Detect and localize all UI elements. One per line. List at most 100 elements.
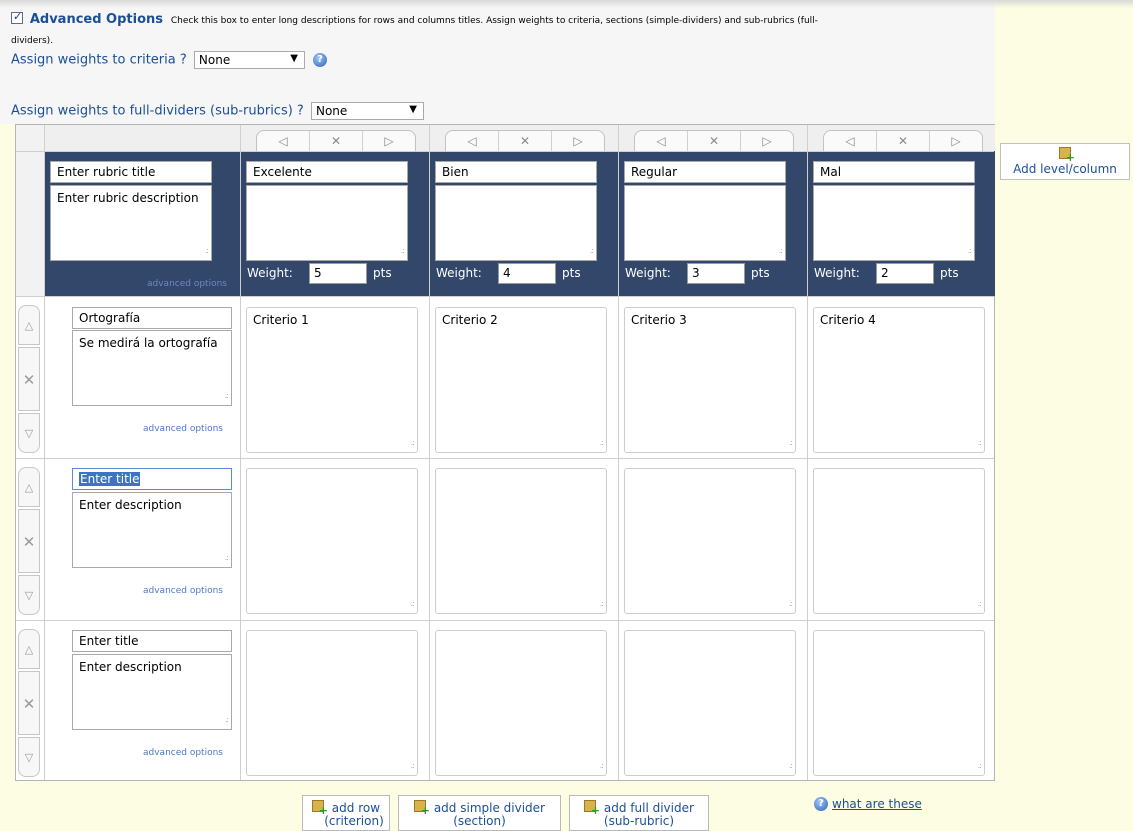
remove-row-icon[interactable]: ✕: [18, 347, 40, 411]
resize-grip-icon[interactable]: .:: [789, 597, 793, 611]
resize-grip-icon[interactable]: .:: [411, 436, 415, 450]
remove-column-icon[interactable]: ✕: [310, 131, 363, 151]
criteria-weights-label: Assign weights to criteria ?: [11, 52, 187, 68]
criterion-cell[interactable]: Criterio 4.:: [813, 307, 985, 453]
add-row-button[interactable]: add row (criterion): [302, 795, 390, 831]
divider-weights-select[interactable]: None ▼: [310, 102, 424, 120]
column-weight-input[interactable]: 5: [309, 263, 367, 284]
column-description-input[interactable]: .:: [246, 185, 408, 261]
row-description-input[interactable]: Enter description .:: [72, 492, 232, 568]
column-weight-input[interactable]: 2: [876, 263, 934, 284]
criteria-weights-select[interactable]: None ▼: [193, 51, 305, 69]
move-row-up-icon[interactable]: △: [18, 467, 40, 507]
row-title-input[interactable]: Ortografía: [72, 307, 232, 329]
move-row-up-icon[interactable]: △: [18, 629, 40, 669]
move-left-icon[interactable]: ◁: [824, 131, 877, 151]
column-description-input[interactable]: .:: [435, 185, 597, 261]
resize-grip-icon[interactable]: .:: [600, 759, 604, 773]
move-left-icon[interactable]: ◁: [635, 131, 688, 151]
row-description-input[interactable]: Enter description .:: [72, 654, 232, 730]
add-simple-divider-sublabel: (section): [453, 814, 506, 828]
row-description-input[interactable]: Se medirá la ortografía .:: [72, 330, 232, 406]
column-description-input[interactable]: .:: [813, 185, 975, 261]
row-advanced-options-link[interactable]: advanced options: [143, 586, 223, 596]
criterion-cell[interactable]: Criterio 2.:: [435, 307, 607, 453]
advanced-options-checkbox[interactable]: [11, 11, 23, 24]
add-simple-divider-button[interactable]: add simple divider (section): [398, 795, 561, 831]
divider-weights-label: Assign weights to full-dividers (sub-rub…: [11, 103, 304, 119]
column-nav-3: ◁ ✕ ▷: [634, 130, 794, 151]
column-nav-1: ◁ ✕ ▷: [256, 130, 416, 151]
rubric-advanced-options-link[interactable]: advanced options: [147, 279, 227, 289]
criterion-cell[interactable]: Criterio 3.:: [624, 307, 796, 453]
column-description-input[interactable]: .:: [624, 185, 786, 261]
add-row-sublabel: (criterion): [324, 814, 384, 828]
resize-grip-icon[interactable]: .:: [590, 244, 594, 258]
rubric-title-input[interactable]: Enter rubric title: [50, 161, 212, 183]
resize-grip-icon[interactable]: .:: [779, 244, 783, 258]
criterion-cell[interactable]: Criterio 1.:: [246, 307, 418, 453]
resize-grip-icon[interactable]: .:: [978, 436, 982, 450]
column-title-input[interactable]: Excelente: [246, 161, 408, 183]
column-title-input[interactable]: Bien: [435, 161, 597, 183]
column-title-input[interactable]: Mal: [813, 161, 975, 183]
advanced-options-description: Check this box to enter long description…: [170, 16, 818, 26]
remove-column-icon[interactable]: ✕: [499, 131, 552, 151]
criterion-cell[interactable]: .:: [435, 468, 607, 614]
row-title-input[interactable]: Enter title: [72, 630, 232, 652]
resize-grip-icon[interactable]: .:: [600, 436, 604, 450]
row-advanced-options-link[interactable]: advanced options: [143, 748, 223, 758]
weight-label: Weight:: [436, 266, 482, 280]
remove-row-icon[interactable]: ✕: [18, 671, 40, 735]
remove-column-icon[interactable]: ✕: [877, 131, 930, 151]
row-title-input[interactable]: Enter title: [72, 468, 232, 490]
help-icon[interactable]: ?: [814, 797, 828, 811]
move-left-icon[interactable]: ◁: [446, 131, 499, 151]
add-row-label: add row: [331, 801, 381, 815]
move-right-icon[interactable]: ▷: [741, 131, 793, 151]
resize-grip-icon[interactable]: .:: [225, 713, 229, 727]
chevron-down-icon: ▼: [409, 104, 417, 115]
move-right-icon[interactable]: ▷: [552, 131, 604, 151]
resize-grip-icon[interactable]: .:: [978, 759, 982, 773]
remove-row-icon[interactable]: ✕: [18, 509, 40, 573]
resize-grip-icon[interactable]: .:: [600, 597, 604, 611]
criterion-cell[interactable]: .:: [624, 630, 796, 776]
cell-text: Criterio 2: [442, 313, 498, 327]
weight-unit: pts: [751, 266, 770, 280]
resize-grip-icon[interactable]: .:: [401, 244, 405, 258]
resize-grip-icon[interactable]: .:: [205, 244, 209, 258]
column-weight-input[interactable]: 4: [498, 263, 556, 284]
resize-grip-icon[interactable]: .:: [789, 759, 793, 773]
resize-grip-icon[interactable]: .:: [968, 244, 972, 258]
criterion-cell[interactable]: .:: [246, 630, 418, 776]
move-row-down-icon[interactable]: ▽: [18, 737, 40, 777]
criterion-cell[interactable]: .:: [246, 468, 418, 614]
column-weight-input[interactable]: 3: [687, 263, 745, 284]
criterion-cell[interactable]: .:: [435, 630, 607, 776]
resize-grip-icon[interactable]: .:: [411, 759, 415, 773]
add-level-column-button[interactable]: Add level/column: [1000, 143, 1130, 180]
move-right-icon[interactable]: ▷: [930, 131, 982, 151]
rubric-description-input[interactable]: Enter rubric description .:: [50, 185, 212, 261]
resize-grip-icon[interactable]: .:: [411, 597, 415, 611]
criterion-cell[interactable]: .:: [624, 468, 796, 614]
move-row-down-icon[interactable]: ▽: [18, 575, 40, 615]
what-are-these-link[interactable]: what are these: [832, 797, 922, 811]
move-left-icon[interactable]: ◁: [257, 131, 310, 151]
add-full-divider-button[interactable]: add full divider (sub-rubric): [569, 795, 709, 831]
resize-grip-icon[interactable]: .:: [978, 597, 982, 611]
criterion-cell[interactable]: .:: [813, 630, 985, 776]
column-title-input[interactable]: Regular: [624, 161, 786, 183]
resize-grip-icon[interactable]: .:: [225, 389, 229, 403]
move-right-icon[interactable]: ▷: [363, 131, 415, 151]
resize-grip-icon[interactable]: .:: [225, 551, 229, 565]
remove-column-icon[interactable]: ✕: [688, 131, 741, 151]
move-row-down-icon[interactable]: ▽: [18, 413, 40, 453]
move-row-up-icon[interactable]: △: [18, 305, 40, 345]
help-icon[interactable]: ?: [313, 53, 328, 67]
cell-text: Criterio 1: [253, 313, 309, 327]
criterion-cell[interactable]: .:: [813, 468, 985, 614]
row-advanced-options-link[interactable]: advanced options: [143, 424, 223, 434]
resize-grip-icon[interactable]: .:: [789, 436, 793, 450]
